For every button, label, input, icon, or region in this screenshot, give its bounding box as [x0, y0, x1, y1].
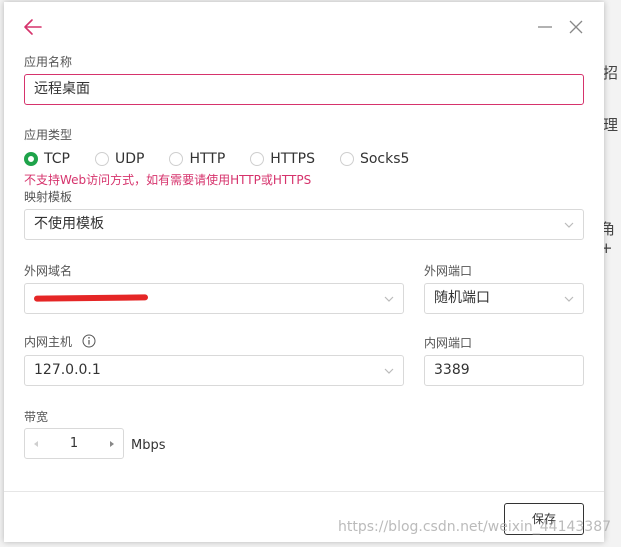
mapping-template-select[interactable]: 不使用模板	[24, 209, 584, 240]
external-port-select[interactable]: 随机端口	[424, 283, 584, 314]
radio-socks5[interactable]: Socks5	[339, 151, 410, 167]
internal-host-value: 127.0.0.1	[34, 362, 101, 378]
bandwidth-stepper: 1	[24, 428, 124, 459]
info-icon[interactable]	[82, 334, 96, 348]
radio-http[interactable]: HTTP	[169, 151, 225, 167]
radio-unchecked-icon	[339, 152, 354, 166]
external-domain-label: 外网域名	[24, 264, 73, 278]
chevron-down-icon	[384, 368, 394, 374]
app-type-label: 应用类型	[24, 128, 73, 142]
increment-arrow-icon[interactable]	[107, 439, 117, 449]
radio-label: HTTP	[189, 151, 226, 167]
internal-host-label: 内网主机	[24, 333, 96, 350]
radio-label: HTTPS	[270, 151, 315, 167]
app-type-radio-group: TCP UDP HTTP HTTPS Socks5	[24, 150, 434, 168]
add-mapping-dialog: 应用名称 远程桌面 应用类型 TCP UDP HTTP HTTPS Socks5…	[4, 2, 604, 542]
radio-udp[interactable]: UDP	[94, 151, 145, 167]
radio-label: TCP	[44, 151, 70, 167]
watermark-text: https://blog.csdn.net/weixin_44143387	[338, 519, 612, 535]
radio-unchecked-icon	[169, 152, 184, 166]
radio-https[interactable]: HTTPS	[250, 151, 315, 167]
internal-host-select[interactable]: 127.0.0.1	[24, 355, 404, 386]
radio-unchecked-icon	[94, 152, 109, 166]
mapping-template-value: 不使用模板	[34, 216, 104, 232]
background-text-fragment: 招	[603, 64, 619, 82]
back-arrow-icon[interactable]	[22, 16, 44, 38]
radio-tcp[interactable]: TCP	[24, 151, 70, 167]
minimize-icon[interactable]	[536, 18, 554, 36]
bandwidth-value[interactable]: 1	[70, 436, 78, 451]
internal-host-label-text: 内网主机	[24, 335, 73, 349]
chevron-down-icon	[564, 222, 574, 228]
footer-divider	[4, 491, 604, 492]
decrement-arrow-icon[interactable]	[31, 439, 41, 449]
app-name-label: 应用名称	[24, 55, 73, 69]
external-port-value: 随机端口	[434, 290, 490, 306]
chevron-down-icon	[564, 296, 574, 302]
dialog-titlebar	[4, 2, 604, 50]
app-type-warning: 不支持Web访问方式，如有需要请使用HTTP或HTTPS	[24, 173, 312, 187]
close-icon[interactable]	[567, 18, 585, 36]
screen: 招 理 角+ 应用名称 远程桌面 应用类型 TCP UDP HTTP HTTPS…	[0, 0, 621, 547]
external-port-label: 外网端口	[424, 264, 473, 278]
radio-unchecked-icon	[250, 152, 265, 166]
internal-port-input[interactable]: 3389	[424, 355, 584, 386]
bandwidth-unit: Mbps	[131, 438, 166, 453]
background-text-fragment: 理	[603, 116, 619, 134]
redaction-mark	[33, 294, 149, 302]
app-name-input[interactable]: 远程桌面	[24, 74, 584, 105]
radio-checked-icon	[24, 152, 38, 166]
bandwidth-label: 带宽	[24, 410, 49, 424]
radio-label: Socks5	[359, 151, 410, 167]
chevron-down-icon	[384, 296, 394, 302]
mapping-template-label: 映射模板	[24, 190, 73, 204]
radio-label: UDP	[114, 151, 145, 167]
internal-port-label: 内网端口	[424, 336, 473, 350]
